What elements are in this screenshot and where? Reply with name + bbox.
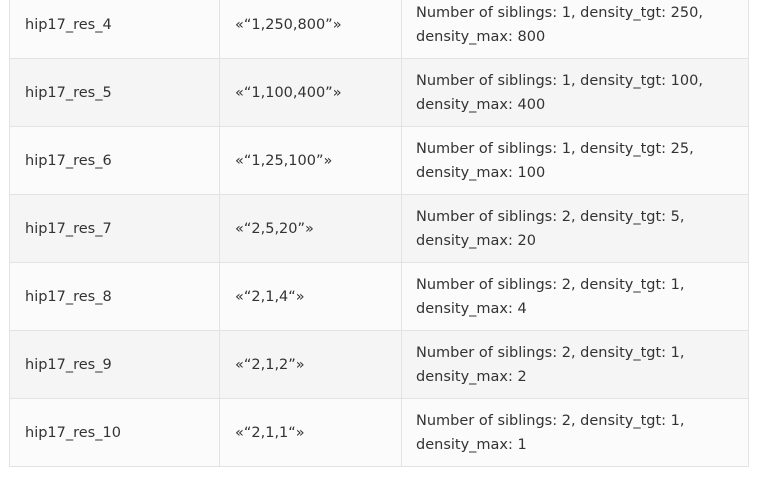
param-description-cell: Number of siblings: 2, density_tgt: 1, d… xyxy=(401,262,749,331)
table-row: hip17_res_4 «“1,250,800”» Number of sibl… xyxy=(9,0,749,59)
table-row: hip17_res_10 «“2,1,1“» Number of sibling… xyxy=(9,398,749,467)
param-value-cell: «“2,1,2”» xyxy=(219,330,402,399)
parameter-table-container: hip17_res_4 «“1,250,800”» Number of sibl… xyxy=(9,0,749,467)
param-name-cell: hip17_res_7 xyxy=(9,194,220,263)
param-name-cell: hip17_res_8 xyxy=(9,262,220,331)
param-description-cell: Number of siblings: 1, density_tgt: 250,… xyxy=(401,0,749,59)
param-description-cell: Number of siblings: 2, density_tgt: 1, d… xyxy=(401,398,749,467)
table-row: hip17_res_6 «“1,25,100”» Number of sibli… xyxy=(9,126,749,195)
param-description-cell: Number of siblings: 1, density_tgt: 100,… xyxy=(401,58,749,127)
parameter-table: hip17_res_4 «“1,250,800”» Number of sibl… xyxy=(9,0,749,467)
param-value-cell: «“2,5,20”» xyxy=(219,194,402,263)
param-value-cell: «“1,100,400”» xyxy=(219,58,402,127)
param-description-cell: Number of siblings: 2, density_tgt: 1, d… xyxy=(401,330,749,399)
table-row: hip17_res_8 «“2,1,4“» Number of siblings… xyxy=(9,262,749,331)
param-value-cell: «“2,1,4“» xyxy=(219,262,402,331)
param-description-cell: Number of siblings: 1, density_tgt: 25, … xyxy=(401,126,749,195)
param-value-cell: «“2,1,1“» xyxy=(219,398,402,467)
param-description-cell: Number of siblings: 2, density_tgt: 5, d… xyxy=(401,194,749,263)
table-row: hip17_res_7 «“2,5,20”» Number of sibling… xyxy=(9,194,749,263)
table-row: hip17_res_9 «“2,1,2”» Number of siblings… xyxy=(9,330,749,399)
param-value-cell: «“1,25,100”» xyxy=(219,126,402,195)
param-name-cell: hip17_res_4 xyxy=(9,0,220,59)
param-value-cell: «“1,250,800”» xyxy=(219,0,402,59)
param-name-cell: hip17_res_9 xyxy=(9,330,220,399)
table-row: hip17_res_5 «“1,100,400”» Number of sibl… xyxy=(9,58,749,127)
param-name-cell: hip17_res_10 xyxy=(9,398,220,467)
param-name-cell: hip17_res_6 xyxy=(9,126,220,195)
param-name-cell: hip17_res_5 xyxy=(9,58,220,127)
